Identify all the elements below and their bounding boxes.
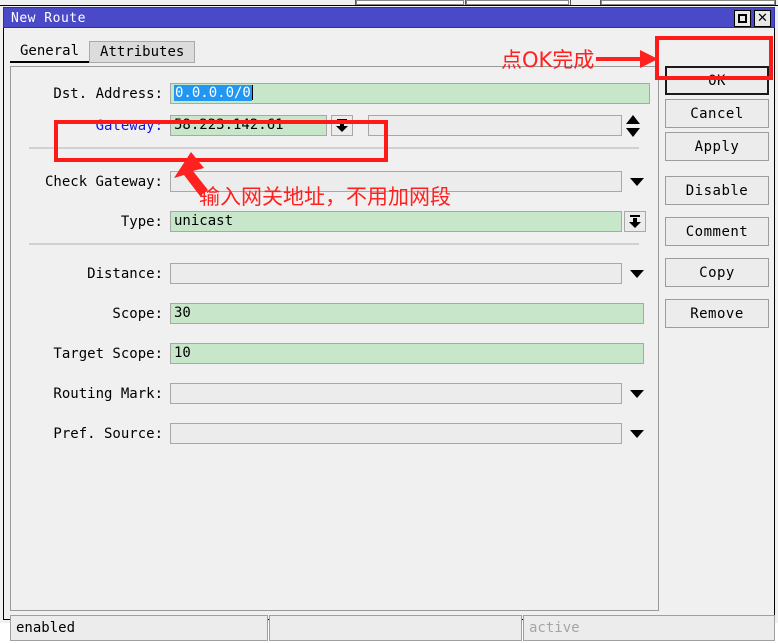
- tab-bar: General Attributes: [10, 39, 196, 63]
- routing-mark-input[interactable]: [170, 383, 622, 404]
- background-app-strip: [0, 0, 778, 6]
- type-input[interactable]: unicast: [170, 211, 622, 232]
- status-middle: [269, 615, 522, 641]
- target-scope-label: Target Scope:: [53, 346, 163, 362]
- distance-dropdown-icon[interactable]: [630, 270, 644, 278]
- pref-source-input[interactable]: [170, 423, 622, 444]
- dst-address-value: 0.0.0.0/0: [174, 85, 252, 101]
- scope-label: Scope:: [112, 306, 163, 322]
- comment-button[interactable]: Comment: [665, 217, 769, 246]
- divider-1: [29, 147, 639, 149]
- arrow-down-bar-icon: [629, 215, 641, 228]
- ok-button[interactable]: OK: [665, 66, 769, 95]
- type-dropdown-button[interactable]: [624, 211, 646, 232]
- text-caret: [251, 85, 253, 100]
- arrow-down-icon: [626, 128, 640, 137]
- field-row-type: Type: unicast: [11, 211, 658, 234]
- gateway-dropdown-button[interactable]: [331, 115, 353, 136]
- gateway-secondary-input[interactable]: [368, 115, 622, 136]
- copy-button[interactable]: Copy: [665, 258, 769, 287]
- status-active: active: [523, 615, 775, 641]
- field-row-pref-source: Pref. Source:: [11, 423, 658, 446]
- gateway-label[interactable]: Gateway:: [11, 115, 163, 138]
- target-scope-input[interactable]: 10: [170, 343, 644, 364]
- scope-input[interactable]: 30: [170, 303, 644, 324]
- distance-label: Distance:: [87, 266, 163, 282]
- tab-attributes[interactable]: Attributes: [89, 41, 196, 63]
- new-route-window: New Route ✕ General Attributes Dst. Addr…: [0, 0, 778, 641]
- gateway-input[interactable]: 58.223.142.61: [170, 115, 327, 136]
- arrow-down-bar-icon: [336, 119, 348, 132]
- remove-button[interactable]: Remove: [665, 299, 769, 328]
- status-bar: enabled active: [10, 615, 776, 643]
- dst-address-label: Dst. Address:: [53, 86, 163, 102]
- field-row-check-gateway: Check Gateway:: [11, 171, 658, 194]
- cancel-button[interactable]: Cancel: [665, 99, 769, 128]
- check-gateway-dropdown-icon[interactable]: [630, 178, 644, 186]
- distance-input[interactable]: [170, 263, 622, 284]
- window-title: New Route: [11, 11, 86, 26]
- routing-mark-dropdown-icon[interactable]: [630, 390, 644, 398]
- check-gateway-input[interactable]: [170, 171, 622, 192]
- apply-button[interactable]: Apply: [665, 132, 769, 161]
- status-enabled: enabled: [10, 615, 268, 641]
- gateway-spinner[interactable]: [626, 115, 640, 137]
- routing-mark-label: Routing Mark:: [53, 386, 163, 402]
- close-button[interactable]: ✕: [754, 10, 771, 27]
- disable-button[interactable]: Disable: [665, 176, 769, 205]
- field-row-gateway: Gateway: 58.223.142.61: [11, 115, 658, 138]
- check-gateway-label: Check Gateway:: [44, 174, 163, 190]
- maximize-icon: [738, 14, 747, 23]
- field-row-dst-address: Dst. Address: 0.0.0.0/0: [11, 83, 658, 106]
- dst-address-input[interactable]: 0.0.0.0/0: [170, 83, 650, 104]
- title-bar[interactable]: New Route ✕: [3, 7, 775, 28]
- dialog-body: General Attributes Dst. Address: 0.0.0.0…: [3, 28, 775, 641]
- field-row-routing-mark: Routing Mark:: [11, 383, 658, 406]
- maximize-button[interactable]: [734, 10, 751, 27]
- tab-general[interactable]: General: [10, 41, 90, 63]
- arrow-up-icon: [626, 115, 640, 124]
- pref-source-dropdown-icon[interactable]: [630, 430, 644, 438]
- field-row-scope: Scope: 30: [11, 303, 658, 326]
- general-form-panel: Dst. Address: 0.0.0.0/0 Gateway: 58.223.…: [10, 66, 659, 611]
- divider-2: [29, 243, 639, 245]
- field-row-target-scope: Target Scope: 10: [11, 343, 658, 366]
- pref-source-label: Pref. Source:: [53, 426, 163, 442]
- close-icon: ✕: [757, 11, 768, 26]
- field-row-distance: Distance:: [11, 263, 658, 286]
- type-label: Type:: [120, 214, 163, 230]
